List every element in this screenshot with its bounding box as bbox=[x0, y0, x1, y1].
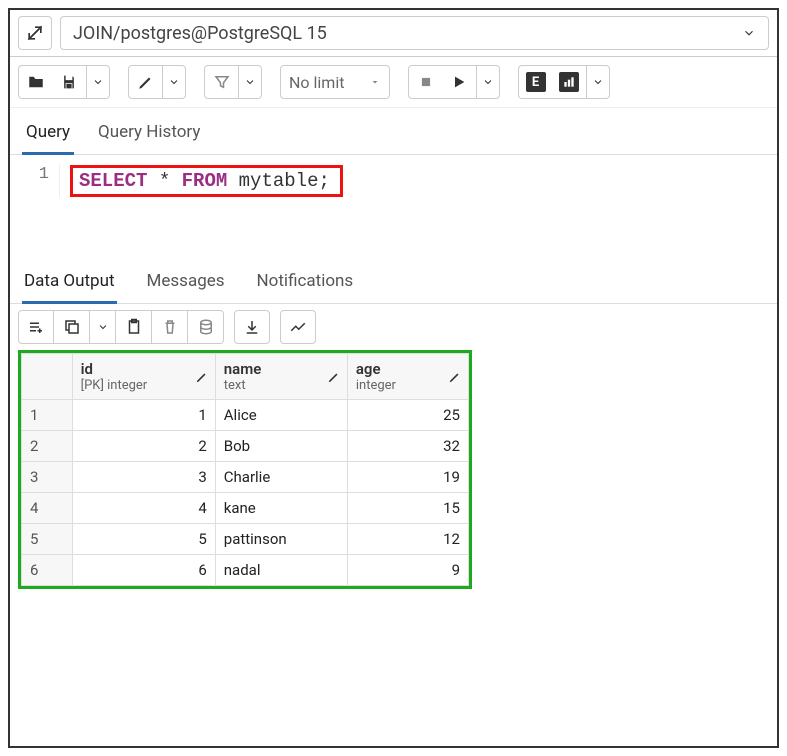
edit-dropdown[interactable] bbox=[162, 65, 186, 99]
execute-button[interactable] bbox=[442, 65, 476, 99]
row-limit-select[interactable]: No limit bbox=[280, 65, 390, 99]
caret-down-icon bbox=[369, 76, 381, 88]
pencil-icon[interactable] bbox=[327, 370, 341, 384]
table-row[interactable]: 6 6 nadal 9 bbox=[22, 555, 469, 586]
tab-query[interactable]: Query bbox=[22, 116, 74, 155]
pencil-icon[interactable] bbox=[448, 370, 462, 384]
connection-bar: JOIN/postgres@PostgreSQL 15 bbox=[10, 10, 777, 57]
filter-dropdown[interactable] bbox=[238, 65, 262, 99]
result-tabs: Data Output Messages Notifications bbox=[10, 257, 777, 303]
add-row-button[interactable] bbox=[18, 310, 54, 344]
table-row[interactable]: 3 3 Charlie 19 bbox=[22, 462, 469, 493]
graph-button[interactable] bbox=[280, 310, 316, 344]
line-number: 1 bbox=[39, 165, 49, 184]
row-header-corner bbox=[22, 354, 73, 400]
download-button[interactable] bbox=[234, 310, 270, 344]
bar-chart-icon bbox=[559, 72, 579, 92]
edit-button[interactable] bbox=[128, 65, 162, 99]
sql-keyword-from: FROM bbox=[182, 170, 228, 192]
execute-dropdown[interactable] bbox=[476, 65, 500, 99]
stop-button[interactable] bbox=[408, 65, 442, 99]
row-limit-label: No limit bbox=[289, 73, 344, 92]
open-file-button[interactable] bbox=[18, 65, 52, 99]
save-data-button[interactable] bbox=[188, 310, 224, 344]
tab-notifications[interactable]: Notifications bbox=[255, 265, 356, 303]
table-row[interactable]: 5 5 pattinson 12 bbox=[22, 524, 469, 555]
explain-dropdown[interactable] bbox=[586, 65, 610, 99]
copy-button[interactable] bbox=[54, 310, 90, 344]
delete-button[interactable] bbox=[152, 310, 188, 344]
tab-messages[interactable]: Messages bbox=[145, 265, 227, 303]
explain-analyze-button[interactable] bbox=[552, 65, 586, 99]
explain-icon: E bbox=[526, 72, 546, 92]
save-button[interactable] bbox=[52, 65, 86, 99]
connection-label: JOIN/postgres@PostgreSQL 15 bbox=[73, 23, 327, 44]
column-header-age[interactable]: age integer bbox=[347, 354, 468, 400]
query-highlight-box: SELECT * FROM mytable; bbox=[70, 165, 343, 197]
editor-tabs: Query Query History bbox=[10, 108, 777, 154]
connection-status-icon[interactable] bbox=[18, 16, 52, 50]
table-row[interactable]: 1 1 Alice 25 bbox=[22, 400, 469, 431]
paste-button[interactable] bbox=[116, 310, 152, 344]
result-grid-highlight-box: id [PK] integer name text bbox=[18, 350, 472, 589]
sql-editor[interactable]: 1 SELECT * FROM mytable; bbox=[10, 155, 777, 257]
chevron-down-icon bbox=[742, 26, 756, 40]
pencil-icon[interactable] bbox=[195, 370, 209, 384]
copy-dropdown[interactable] bbox=[90, 310, 116, 344]
tab-query-history[interactable]: Query History bbox=[94, 116, 204, 154]
connection-select[interactable]: JOIN/postgres@PostgreSQL 15 bbox=[60, 16, 769, 50]
result-grid[interactable]: id [PK] integer name text bbox=[21, 353, 469, 586]
tab-data-output[interactable]: Data Output bbox=[22, 265, 117, 304]
line-gutter: 1 bbox=[10, 165, 60, 197]
filter-button[interactable] bbox=[204, 65, 238, 99]
result-toolbar bbox=[10, 304, 777, 350]
table-row[interactable]: 2 2 Bob 32 bbox=[22, 431, 469, 462]
sql-identifier: mytable bbox=[227, 170, 318, 192]
explain-button[interactable]: E bbox=[518, 65, 552, 99]
sql-keyword-select: SELECT bbox=[79, 170, 147, 192]
column-header-id[interactable]: id [PK] integer bbox=[72, 354, 215, 400]
save-dropdown[interactable] bbox=[86, 65, 110, 99]
table-row[interactable]: 4 4 kane 15 bbox=[22, 493, 469, 524]
column-header-name[interactable]: name text bbox=[215, 354, 347, 400]
main-toolbar: No limit E bbox=[10, 57, 777, 108]
